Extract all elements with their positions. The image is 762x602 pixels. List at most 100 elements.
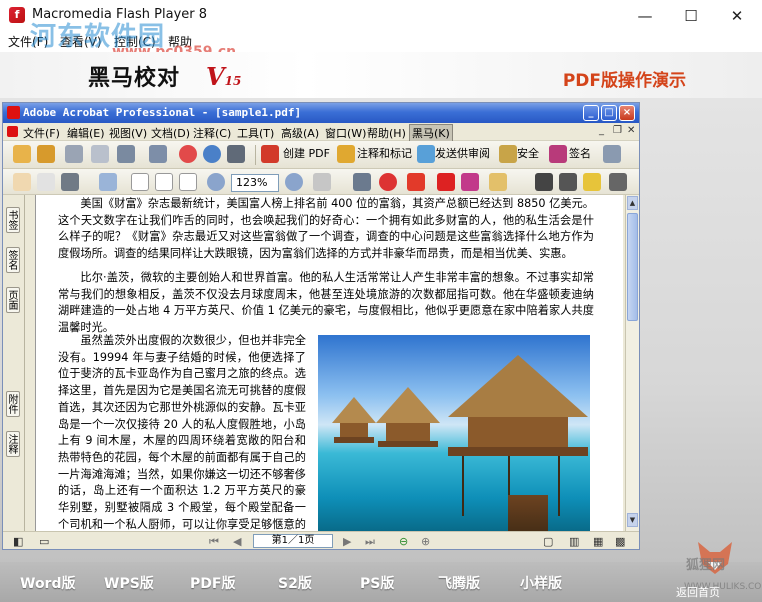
back-home-link[interactable]: 返回首页 xyxy=(676,584,720,600)
oval-tool-icon[interactable] xyxy=(379,173,397,191)
page-indicator[interactable]: 第1／1页 xyxy=(253,534,333,548)
send-review-button[interactable]: 发送供审阅 xyxy=(435,145,490,163)
go-forward-button[interactable]: ⊕ xyxy=(421,535,430,548)
security-button[interactable]: 安全 xyxy=(517,145,539,163)
scroll-up-button[interactable]: ▲ xyxy=(627,196,638,210)
select-text-icon[interactable] xyxy=(37,173,55,191)
actual-size-icon[interactable] xyxy=(131,173,149,191)
status-bar: ◧ ▭ ⏮ ◀ 第1／1页 ▶ ⏭ ⊖ ⊕ ▢ ▥ ▦ ▩ xyxy=(3,531,639,549)
doc-minimize-button[interactable]: _ xyxy=(599,125,604,136)
tab-attachments[interactable]: 附件 xyxy=(6,391,20,417)
acro-menu-comments[interactable]: 注释(C) xyxy=(193,125,231,141)
scroll-down-button[interactable]: ▼ xyxy=(627,513,638,527)
nav-wps[interactable]: WPS版 xyxy=(104,573,154,593)
resort-photo xyxy=(318,335,590,531)
note-tool-icon[interactable] xyxy=(353,173,371,191)
zoom-in-icon[interactable] xyxy=(285,173,303,191)
heima-report-icon[interactable] xyxy=(583,173,601,191)
vertical-scrollbar[interactable]: ▲ ▼ xyxy=(625,195,639,531)
close-button[interactable]: ✕ xyxy=(714,0,760,32)
acrobat-close-button[interactable]: × xyxy=(619,105,635,121)
text-box-icon[interactable] xyxy=(461,173,479,191)
snapshot-icon[interactable] xyxy=(61,173,79,191)
acrobat-maximize-button[interactable]: □ xyxy=(601,105,617,121)
nav-proof[interactable]: 小样版 xyxy=(520,573,562,593)
single-page-icon[interactable]: ▢ xyxy=(543,535,553,548)
nav-feiteng[interactable]: 飞腾版 xyxy=(438,573,480,593)
heima-check-icon[interactable] xyxy=(535,173,553,191)
create-pdf-button[interactable]: 创建 PDF xyxy=(283,145,330,163)
acrobat-titlebar: Adobe Acrobat Professional - [sample1.pd… xyxy=(3,103,639,123)
send-review-icon xyxy=(417,145,435,163)
search-icon[interactable] xyxy=(227,145,245,163)
continuous-facing-icon[interactable]: ▩ xyxy=(615,535,625,548)
prev-page-button[interactable]: ◀ xyxy=(233,535,241,548)
tab-bookmarks[interactable]: 书签 xyxy=(6,207,20,233)
open-folder-icon[interactable] xyxy=(13,145,31,163)
go-back-button[interactable]: ⊖ xyxy=(399,535,408,548)
heima-view-icon[interactable] xyxy=(559,173,577,191)
acro-menu-file[interactable]: 文件(F) xyxy=(23,125,60,141)
acro-menu-advanced[interactable]: 高级(A) xyxy=(281,125,319,141)
nav-pdf[interactable]: PDF版 xyxy=(190,573,235,593)
comment-markup-button[interactable]: 注释和标记 xyxy=(357,145,412,163)
zoom-icon[interactable] xyxy=(99,173,117,191)
doc-restore-button[interactable]: ❐ xyxy=(613,125,622,136)
acro-menu-window[interactable]: 窗口(W) xyxy=(325,125,366,141)
acro-menu-view[interactable]: 视图(V) xyxy=(109,125,147,141)
tab-signatures[interactable]: 签名 xyxy=(6,247,20,273)
acrobat-minimize-button[interactable]: _ xyxy=(583,105,599,121)
status-left-icon[interactable]: ◧ xyxy=(13,535,23,548)
tab-comments[interactable]: 注释 xyxy=(6,431,20,457)
rotate-icon[interactable] xyxy=(313,173,331,191)
nav-s2[interactable]: S2版 xyxy=(278,573,312,593)
acro-menu-heima[interactable]: 黑马(K) xyxy=(409,124,453,142)
acro-menu-help[interactable]: 帮助(H) xyxy=(367,125,406,141)
fit-page-icon[interactable] xyxy=(155,173,173,191)
lock-icon xyxy=(499,145,517,163)
hand-tool-icon[interactable] xyxy=(13,173,31,191)
nav-word[interactable]: Word版 xyxy=(20,573,76,593)
status-page-icon[interactable]: ▭ xyxy=(39,535,49,548)
next-page-button[interactable]: ▶ xyxy=(343,535,351,548)
dimension-tool-icon[interactable] xyxy=(437,173,455,191)
doc-close-button[interactable]: ✕ xyxy=(627,125,635,136)
acrobat-menubar: 文件(F) 编辑(E) 视图(V) 文档(D) 注释(C) 工具(T) 高级(A… xyxy=(3,123,639,142)
print-icon[interactable] xyxy=(91,145,109,163)
acrobat-title: Adobe Acrobat Professional - [sample1.pd… xyxy=(23,106,302,119)
maximize-button[interactable]: ☐ xyxy=(668,0,714,32)
forms-icon[interactable] xyxy=(603,145,621,163)
zoom-input[interactable]: 123% xyxy=(231,174,279,192)
stamp-icon[interactable] xyxy=(179,145,197,163)
facing-icon[interactable]: ▦ xyxy=(593,535,603,548)
logo-version: V15 xyxy=(206,62,241,91)
acro-menu-tools[interactable]: 工具(T) xyxy=(237,125,274,141)
acro-menu-document[interactable]: 文档(D) xyxy=(151,125,190,141)
arrow-tool-icon[interactable] xyxy=(407,173,425,191)
email-icon[interactable] xyxy=(117,145,135,163)
minimize-button[interactable]: — xyxy=(622,0,668,32)
flash-stage: 黑马校对 V15 PDF版操作演示 Adobe Acrobat Professi… xyxy=(0,52,762,602)
nav-ps[interactable]: PS版 xyxy=(360,573,394,593)
zoom-out-icon[interactable] xyxy=(207,173,225,191)
first-page-button[interactable]: ⏮ xyxy=(209,535,219,549)
tab-pages[interactable]: 页面 xyxy=(6,287,20,313)
acrobat-window: Adobe Acrobat Professional - [sample1.pd… xyxy=(2,102,640,550)
attach-icon[interactable] xyxy=(149,145,167,163)
web-icon[interactable] xyxy=(203,145,221,163)
save-icon[interactable] xyxy=(65,145,83,163)
flash-app-icon: f xyxy=(9,7,25,23)
document-page[interactable]: 美国《财富》杂志最新统计，美国富人榜上排名前 400 位的富翁，其资产总额已经达… xyxy=(35,195,623,531)
fit-width-icon[interactable] xyxy=(179,173,197,191)
continuous-icon[interactable]: ▥ xyxy=(569,535,579,548)
sign-button[interactable]: 签名 xyxy=(569,145,591,163)
last-page-button[interactable]: ⏭ xyxy=(365,535,375,549)
organizer-icon[interactable] xyxy=(37,145,55,163)
heima-settings-icon[interactable] xyxy=(609,173,627,191)
paragraph-3: 虽然盖茨外出度假的次数很少，但也并非完全没有。19994 年与妻子结婚的时候，他… xyxy=(58,334,306,531)
acro-menu-edit[interactable]: 编辑(E) xyxy=(67,125,105,141)
scroll-thumb[interactable] xyxy=(627,213,638,321)
version-number: 15 xyxy=(224,74,242,88)
toolbar-separator xyxy=(255,145,256,165)
highlight-icon[interactable] xyxy=(489,173,507,191)
